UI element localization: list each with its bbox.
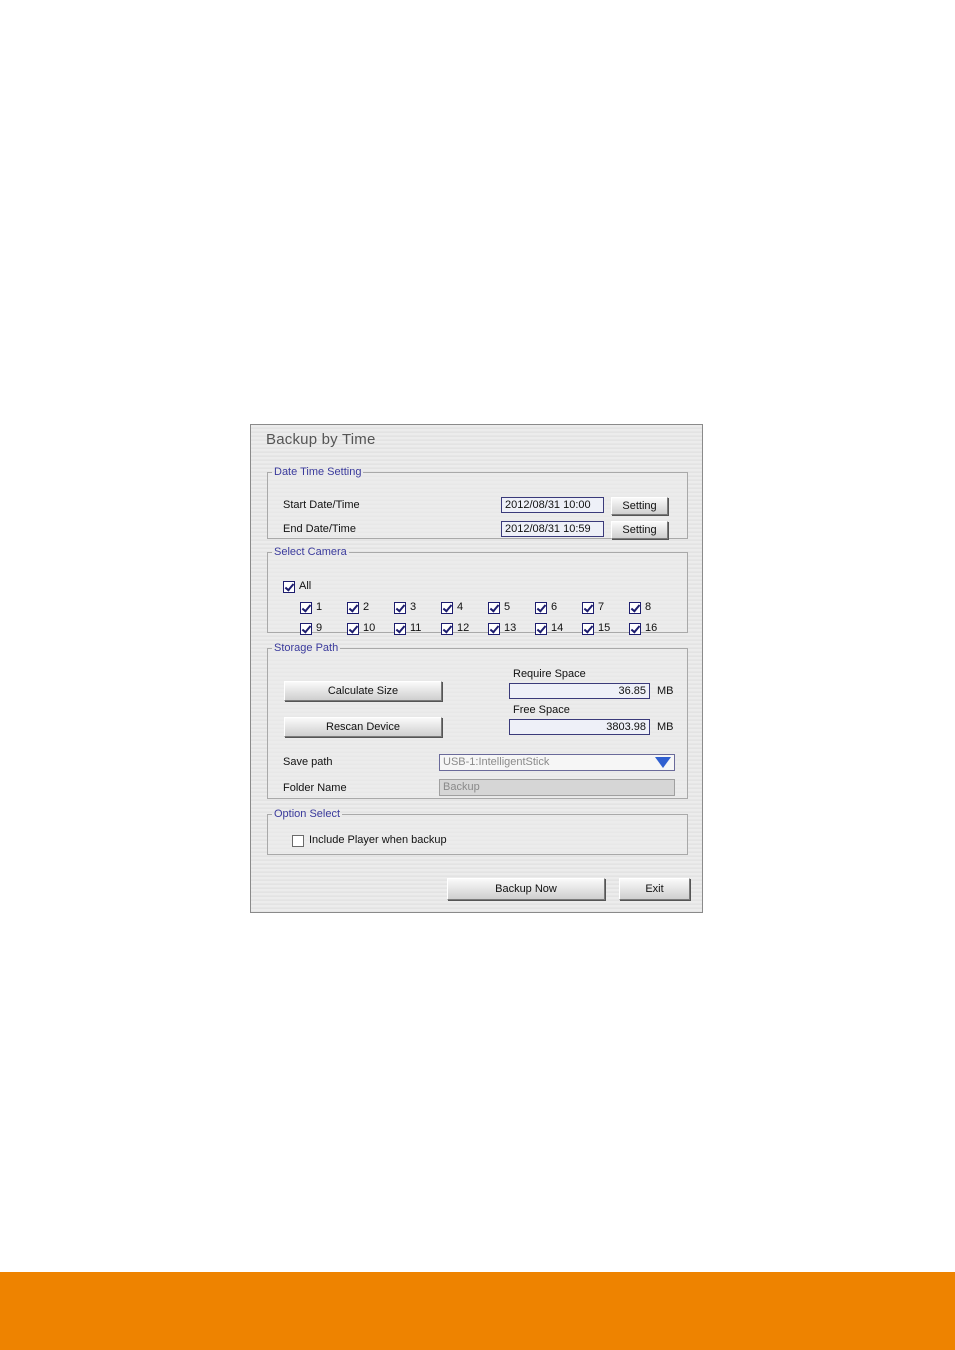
camera-label-9: 9 xyxy=(316,622,323,634)
select-camera-group: Select Camera All 1 2 3 4 5 6 7 8 9 10 11 12 13 14 15 1… xyxy=(267,546,688,635)
date-time-setting-legend: Date Time Setting xyxy=(274,466,362,478)
storage-path-group: Storage Path Require Space Calculate Siz… xyxy=(267,643,688,799)
camera-label-8: 8 xyxy=(645,601,652,613)
free-space-field: 3803.98 xyxy=(509,719,650,735)
camera-label-5: 5 xyxy=(504,601,511,613)
camera-label-14: 14 xyxy=(551,622,564,634)
exit-button[interactable]: Exit xyxy=(619,878,690,900)
include-player-label: Include Player when backup xyxy=(309,834,447,846)
backup-by-time-dialog: Backup by Time Date Time Setting Start D… xyxy=(250,424,703,913)
camera-label-3: 3 xyxy=(410,601,417,613)
camera-checkbox-3[interactable] xyxy=(394,602,406,614)
camera-label-13: 13 xyxy=(504,622,517,634)
require-space-field: 36.85 xyxy=(509,683,650,699)
camera-label-11: 11 xyxy=(410,622,422,634)
require-space-unit: MB xyxy=(657,685,674,697)
backup-now-button[interactable]: Backup Now xyxy=(447,878,605,900)
chevron-down-icon[interactable] xyxy=(655,757,671,768)
free-space-label: Free Space xyxy=(513,704,570,716)
camera-checkbox-8[interactable] xyxy=(629,602,641,614)
camera-checkbox-4[interactable] xyxy=(441,602,453,614)
calculate-size-button[interactable]: Calculate Size xyxy=(284,681,442,701)
page-footer-bar xyxy=(0,1272,955,1350)
folder-name-field: Backup xyxy=(439,779,675,796)
option-select-legend: Option Select xyxy=(274,808,341,820)
camera-checkbox-2[interactable] xyxy=(347,602,359,614)
camera-checkbox-7[interactable] xyxy=(582,602,594,614)
save-path-value: USB-1:IntelligentStick xyxy=(443,756,550,768)
camera-label-7: 7 xyxy=(598,601,605,613)
dialog-title: Backup by Time xyxy=(266,431,376,448)
camera-label-16: 16 xyxy=(645,622,658,634)
start-datetime-field[interactable]: 2012/08/31 10:00 xyxy=(501,497,604,513)
camera-checkbox-14[interactable] xyxy=(535,623,547,635)
require-space-label: Require Space xyxy=(513,668,586,680)
option-select-group: Option Select Include Player when backup xyxy=(267,809,688,855)
camera-label-1: 1 xyxy=(316,601,323,613)
camera-label-4: 4 xyxy=(457,601,464,613)
save-path-label: Save path xyxy=(283,756,333,768)
end-datetime-label: End Date/Time xyxy=(283,523,356,535)
camera-checkbox-11[interactable] xyxy=(394,623,406,635)
camera-checkbox-10[interactable] xyxy=(347,623,359,635)
camera-all-checkbox[interactable] xyxy=(283,581,295,593)
camera-label-15: 15 xyxy=(598,622,611,634)
camera-label-6: 6 xyxy=(551,601,558,613)
camera-checkbox-15[interactable] xyxy=(582,623,594,635)
camera-label-2: 2 xyxy=(363,601,370,613)
end-datetime-field[interactable]: 2012/08/31 10:59 xyxy=(501,521,604,537)
camera-label-10: 10 xyxy=(363,622,376,634)
camera-checkbox-16[interactable] xyxy=(629,623,641,635)
include-player-checkbox[interactable] xyxy=(292,835,304,847)
camera-checkbox-13[interactable] xyxy=(488,623,500,635)
camera-checkbox-12[interactable] xyxy=(441,623,453,635)
camera-checkbox-6[interactable] xyxy=(535,602,547,614)
folder-name-label: Folder Name xyxy=(283,782,347,794)
camera-checkbox-1[interactable] xyxy=(300,602,312,614)
free-space-unit: MB xyxy=(657,721,674,733)
start-setting-button[interactable]: Setting xyxy=(611,497,668,515)
rescan-device-button[interactable]: Rescan Device xyxy=(284,717,442,737)
save-path-dropdown[interactable]: USB-1:IntelligentStick xyxy=(439,754,675,771)
storage-path-legend: Storage Path xyxy=(274,642,339,654)
camera-checkbox-9[interactable] xyxy=(300,623,312,635)
camera-all-label: All xyxy=(299,580,312,592)
camera-label-12: 12 xyxy=(457,622,470,634)
date-time-setting-group: Date Time Setting Start Date/Time 2012/0… xyxy=(267,467,688,539)
camera-checkbox-5[interactable] xyxy=(488,602,500,614)
end-setting-button[interactable]: Setting xyxy=(611,521,668,539)
select-camera-legend: Select Camera xyxy=(274,546,347,558)
start-datetime-label: Start Date/Time xyxy=(283,499,360,511)
